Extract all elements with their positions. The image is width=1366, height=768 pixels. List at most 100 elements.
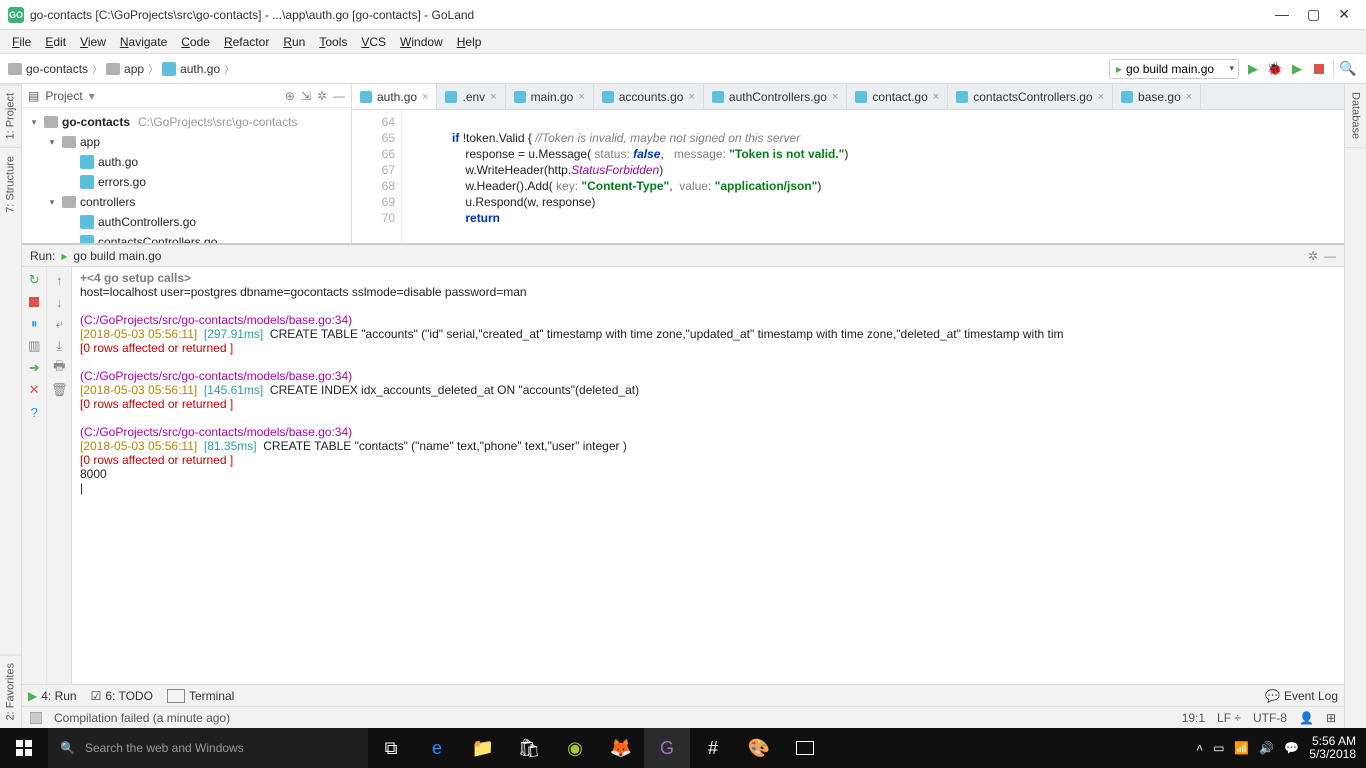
print-button[interactable]: 🖶 xyxy=(50,359,68,377)
editor-tab[interactable]: .env× xyxy=(437,84,505,109)
menu-window[interactable]: Window xyxy=(394,33,449,51)
edge-icon[interactable]: e xyxy=(414,728,460,768)
editor-tab[interactable]: accounts.go× xyxy=(594,84,704,109)
tool-tab-structure[interactable]: 7: Structure xyxy=(0,147,21,221)
collapse-all-icon[interactable]: ⇲ xyxy=(301,89,311,103)
editor-tab[interactable]: base.go× xyxy=(1113,84,1201,109)
run-config-selector[interactable]: ▸ go build main.go xyxy=(1109,59,1239,79)
taskbar-clock[interactable]: 5:56 AM 5/3/2018 xyxy=(1309,735,1356,761)
tool-tab-project[interactable]: 1: Project xyxy=(0,84,21,147)
inspection-indicator[interactable]: 👤 xyxy=(1299,711,1314,725)
close-button[interactable]: ✕ xyxy=(1338,6,1350,23)
goland-icon[interactable]: G xyxy=(644,728,690,768)
menu-vcs[interactable]: VCS xyxy=(355,33,392,51)
menu-code[interactable]: Code xyxy=(175,33,216,51)
tool-tab-todo[interactable]: ☑6: TODO xyxy=(91,689,153,703)
menu-refactor[interactable]: Refactor xyxy=(218,33,275,51)
volume-icon[interactable]: 🔊 xyxy=(1259,741,1274,755)
tool-tab-favorites[interactable]: 2: Favorites xyxy=(0,654,21,728)
pause-button[interactable]: ⏸ xyxy=(25,315,43,333)
close-tab-icon[interactable]: × xyxy=(1186,91,1192,103)
close-tab-icon[interactable]: × xyxy=(688,91,694,103)
event-log-button[interactable]: 💬Event Log xyxy=(1265,689,1338,703)
menu-view[interactable]: View xyxy=(74,33,112,51)
menu-run[interactable]: Run xyxy=(277,33,311,51)
close-run-button[interactable]: ✕ xyxy=(25,381,43,399)
breadcrumb-item[interactable]: app xyxy=(106,62,144,76)
start-button[interactable] xyxy=(0,728,48,768)
breadcrumb-item[interactable]: auth.go xyxy=(162,62,220,76)
file-encoding[interactable]: UTF-8 xyxy=(1253,711,1287,725)
panel-settings-icon[interactable]: ✲ xyxy=(317,89,327,103)
up-button[interactable]: ↑ xyxy=(50,271,68,289)
tool-tab-database[interactable]: Database xyxy=(1345,84,1366,148)
run-button[interactable]: ▶ xyxy=(1245,61,1261,77)
close-tab-icon[interactable]: × xyxy=(1098,91,1104,103)
help-button[interactable]: ? xyxy=(25,403,43,421)
editor-tab[interactable]: authControllers.go× xyxy=(704,84,848,109)
tool-tab-terminal[interactable]: Terminal xyxy=(167,689,234,703)
wifi-icon[interactable]: 📶 xyxy=(1234,741,1249,755)
task-view-icon[interactable]: ⧉ xyxy=(368,728,414,768)
action-center-icon[interactable]: 💬 xyxy=(1284,741,1299,755)
android-studio-icon[interactable]: ◉ xyxy=(552,728,598,768)
menu-tools[interactable]: Tools xyxy=(313,33,353,51)
run-coverage-button[interactable]: ▶ xyxy=(1289,61,1305,77)
debug-button[interactable]: 🐞 xyxy=(1267,61,1283,77)
line-separator[interactable]: LF ÷ xyxy=(1217,711,1241,725)
close-tab-icon[interactable]: × xyxy=(578,91,584,103)
memory-indicator[interactable]: ⊞ xyxy=(1326,711,1336,725)
hide-panel-icon[interactable]: — xyxy=(333,89,345,103)
dump-button[interactable]: ▥ xyxy=(25,337,43,355)
soft-wrap-button[interactable]: ⤶ xyxy=(50,315,68,333)
close-tab-icon[interactable]: × xyxy=(490,91,496,103)
clear-button[interactable]: 🗑 xyxy=(50,381,68,399)
exit-button[interactable]: ➜ xyxy=(25,359,43,377)
editor-tab[interactable]: main.go× xyxy=(506,84,594,109)
tree-item[interactable]: authControllers.go xyxy=(98,215,196,229)
tree-item[interactable]: auth.go xyxy=(98,155,138,169)
app-icon[interactable] xyxy=(782,728,828,768)
close-tab-icon[interactable]: × xyxy=(832,91,838,103)
down-button[interactable]: ↓ xyxy=(50,293,68,311)
tree-item[interactable]: app xyxy=(80,135,100,149)
editor-tab[interactable]: contactsControllers.go× xyxy=(948,84,1113,109)
breadcrumb-item[interactable]: go-contacts xyxy=(8,62,88,76)
tree-item[interactable]: controllers xyxy=(80,195,135,209)
firefox-icon[interactable]: 🦊 xyxy=(598,728,644,768)
run-sidebar: ↻ ⏸ ▥ ➜ ✕ ? ↑ ↓ ⤶ ⤓ 🖶 🗑 xyxy=(22,267,72,684)
menu-help[interactable]: Help xyxy=(451,33,488,51)
paint-icon[interactable]: 🎨 xyxy=(736,728,782,768)
explorer-icon[interactable]: 📁 xyxy=(460,728,506,768)
code-editor[interactable]: 64656667686970 if !token.Valid { //Token… xyxy=(352,110,1344,243)
caret-position[interactable]: 19:1 xyxy=(1182,711,1205,725)
editor-tab[interactable]: contact.go× xyxy=(847,84,948,109)
stop-process-button[interactable] xyxy=(25,293,43,311)
store-icon[interactable]: 🛍 xyxy=(506,728,552,768)
tree-item[interactable]: errors.go xyxy=(98,175,146,189)
minimize-button[interactable]: — xyxy=(1275,6,1289,23)
maximize-button[interactable]: ▢ xyxy=(1307,6,1320,23)
editor-tab[interactable]: auth.go× xyxy=(352,84,437,109)
scroll-end-button[interactable]: ⤓ xyxy=(50,337,68,355)
tool-tab-run[interactable]: ▶4: Run xyxy=(28,689,77,703)
close-tab-icon[interactable]: × xyxy=(933,91,939,103)
tree-item[interactable]: contactsControllers.go xyxy=(98,235,217,243)
battery-icon[interactable]: ▭ xyxy=(1213,741,1224,755)
menu-navigate[interactable]: Navigate xyxy=(114,33,173,51)
taskbar-search[interactable]: 🔍 Search the web and Windows xyxy=(48,728,368,768)
scroll-from-source-icon[interactable]: ⊕ xyxy=(285,89,295,103)
menu-file[interactable]: File xyxy=(6,33,37,51)
close-tab-icon[interactable]: × xyxy=(422,91,428,103)
stop-button[interactable] xyxy=(1311,61,1327,77)
console-output[interactable]: +<4 go setup calls>host=localhost user=p… xyxy=(72,267,1344,684)
slack-icon[interactable]: # xyxy=(690,728,736,768)
menu-edit[interactable]: Edit xyxy=(39,33,72,51)
tray-chevron-icon[interactable]: ˄ xyxy=(1196,741,1203,755)
run-hide-icon[interactable]: — xyxy=(1324,249,1336,263)
rerun-button[interactable]: ↻ xyxy=(25,271,43,289)
run-settings-icon[interactable]: ✲ xyxy=(1308,249,1318,263)
project-tree[interactable]: ▾ go-contacts C:\GoProjects\src\go-conta… xyxy=(22,108,351,243)
code-content[interactable]: if !token.Valid { //Token is invalid, ma… xyxy=(402,110,1344,243)
search-everywhere-button[interactable]: 🔍 xyxy=(1340,61,1356,77)
